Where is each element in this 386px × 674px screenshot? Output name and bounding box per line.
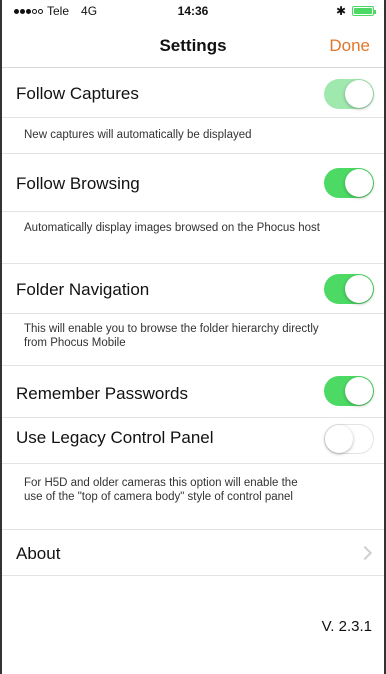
- about-row[interactable]: About: [2, 530, 384, 576]
- settings-screen: Tele 4G 14:36 ✱ Settings Done Follow Cap…: [0, 0, 386, 674]
- toggle-knob: [345, 275, 373, 303]
- remember-passwords-label: Remember Passwords: [16, 384, 188, 403]
- done-button[interactable]: Done: [329, 36, 370, 56]
- follow-captures-row: Follow Captures: [2, 68, 384, 118]
- version-label: V. 2.3.1: [321, 618, 372, 635]
- status-time: 14:36: [177, 4, 209, 18]
- page-title: Settings: [159, 36, 227, 55]
- battery-icon: [352, 6, 376, 16]
- follow-captures-label: Follow Captures: [16, 84, 139, 103]
- legacy-control-panel-row: Use Legacy Control Panel: [2, 418, 384, 464]
- toggle-knob: [325, 425, 353, 453]
- toggle-knob: [345, 169, 373, 197]
- section-footer-2: [2, 212, 384, 264]
- section-footer-4: [2, 464, 384, 530]
- follow-browsing-toggle[interactable]: [324, 168, 374, 198]
- status-right: ✱: [335, 4, 376, 18]
- status-bar: Tele 4G 14:36 ✱: [2, 0, 384, 22]
- follow-browsing-label: Follow Browsing: [16, 174, 140, 193]
- folder-navigation-toggle[interactable]: [324, 274, 374, 304]
- legacy-control-panel-label: Use Legacy Control Panel: [16, 428, 214, 447]
- follow-captures-toggle[interactable]: [324, 79, 374, 109]
- remember-passwords-row: Remember Passwords: [2, 366, 384, 418]
- follow-browsing-row: Follow Browsing: [2, 154, 384, 212]
- toggle-knob: [345, 377, 373, 405]
- section-footer-1: [2, 118, 384, 154]
- chevron-right-icon: [357, 545, 373, 561]
- toggle-knob: [345, 80, 373, 108]
- about-label: About: [16, 544, 61, 563]
- navigation-bar: Settings Done: [2, 22, 384, 68]
- folder-navigation-label: Folder Navigation: [16, 280, 150, 299]
- legacy-control-panel-toggle[interactable]: [324, 424, 374, 454]
- folder-navigation-row: Folder Navigation: [2, 264, 384, 314]
- remember-passwords-toggle[interactable]: [324, 376, 374, 406]
- section-footer-3: [2, 314, 384, 366]
- bluetooth-icon: ✱: [335, 4, 346, 18]
